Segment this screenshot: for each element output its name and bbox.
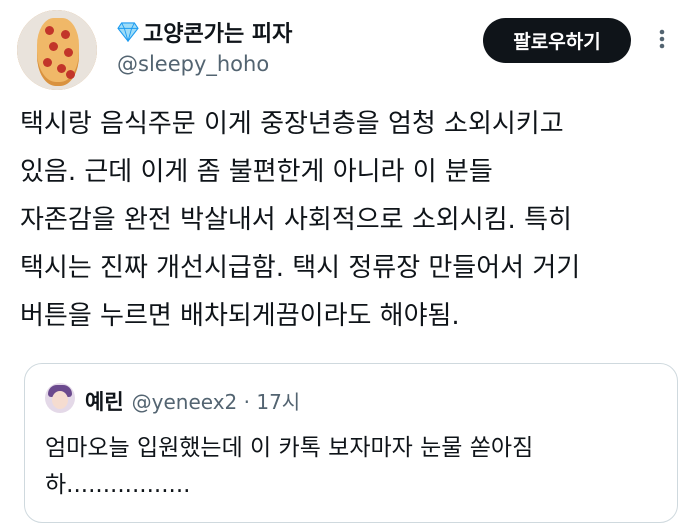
quote-line: 엄마오늘 입원했는데 이 카톡 보자마자 눈물 쏟아짐 xyxy=(45,435,534,461)
follow-button[interactable]: 팔로우하기 xyxy=(483,18,631,63)
quote-header: 예린 @yeneex2 · 17시 xyxy=(85,386,300,416)
quote-avatar xyxy=(45,383,75,413)
tweet-line: 택시랑 음식주문 이게 중장년층을 엄청 소외시키고 xyxy=(20,109,564,139)
author-handle[interactable]: @sleepy_hoho xyxy=(117,52,269,76)
more-icon[interactable] xyxy=(651,28,673,50)
tweet-line: 버튼을 누르면 배차되게끔이라도 해야됨. xyxy=(20,301,460,331)
quote-tweet-card[interactable]: 예린 @yeneex2 · 17시 엄마오늘 입원했는데 이 카톡 보자마자 눈… xyxy=(24,363,678,523)
author-display-name: 고양콘가는 피자 xyxy=(143,22,293,47)
tweet-line: 있음. 근데 이게 좀 불편한게 아니라 이 분들 xyxy=(20,157,493,187)
avatar[interactable] xyxy=(17,10,97,90)
quote-text: 엄마오늘 입원했는데 이 카톡 보자마자 눈물 쏟아짐 하...........… xyxy=(45,430,665,504)
quote-author-name: 예린 xyxy=(85,390,124,414)
diamond-icon xyxy=(117,22,139,42)
quote-author-handle-time: @yeneex2 · 17시 xyxy=(131,390,301,414)
quote-line: 하................. xyxy=(45,472,191,498)
tweet-text: 택시랑 음식주문 이게 중장년층을 엄청 소외시키고 있음. 근데 이게 좀 불… xyxy=(20,100,692,340)
tweet-line: 택시는 진짜 개선시급함. 택시 정류장 만들어서 거기 xyxy=(20,253,581,283)
tweet-line: 자존감을 완전 박살내서 사회적으로 소외시킴. 특히 xyxy=(20,205,572,235)
author-name[interactable]: 고양콘가는 피자 xyxy=(117,16,292,48)
